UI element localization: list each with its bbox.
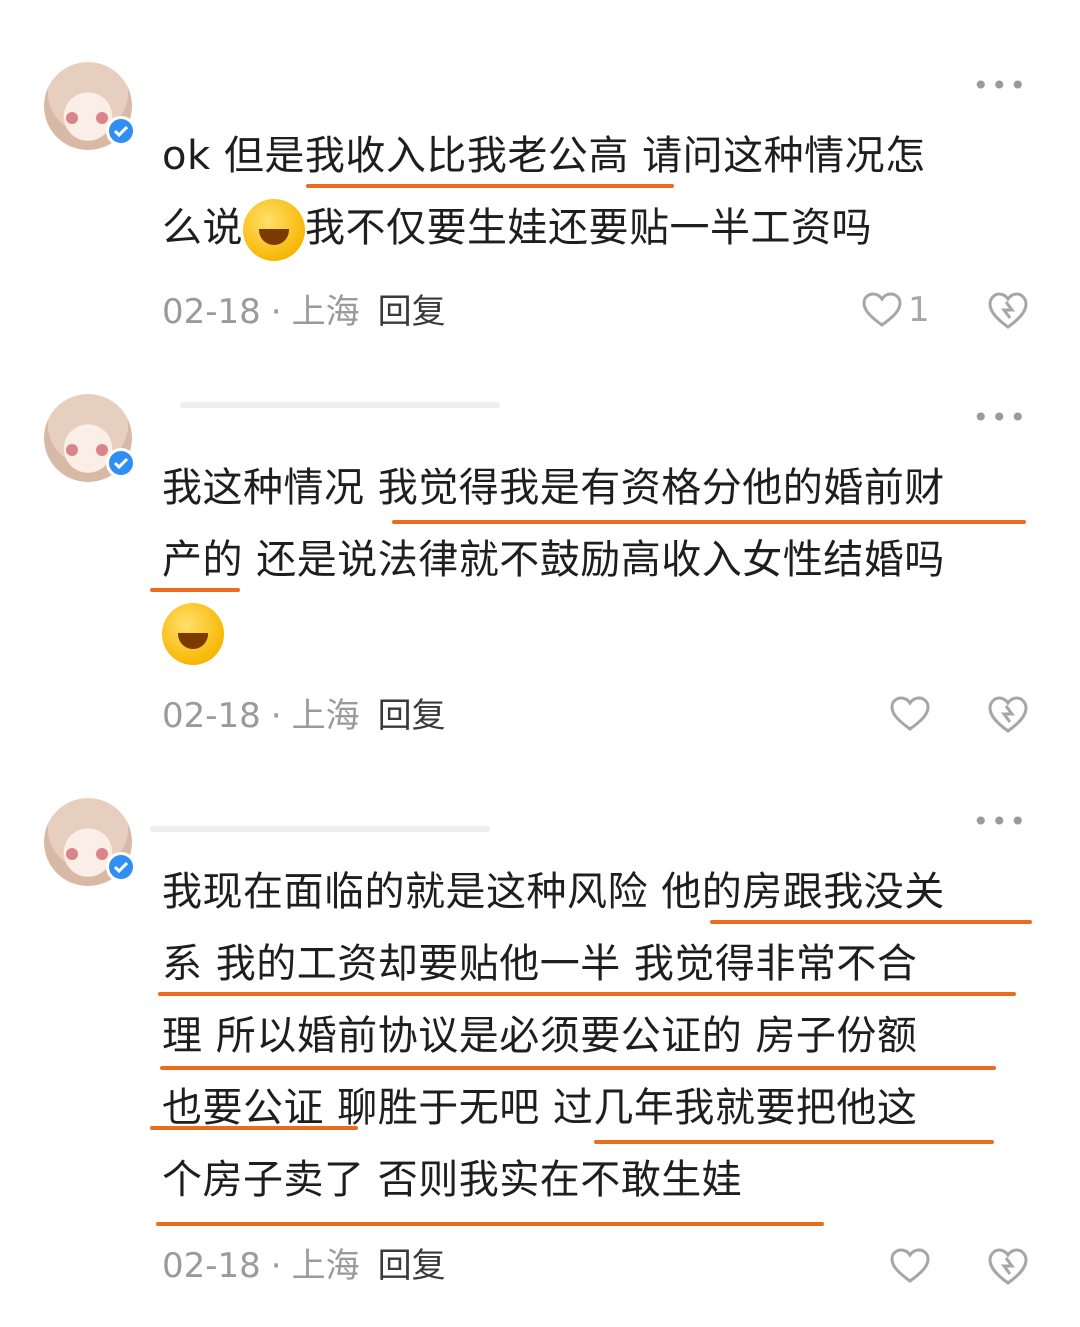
comment-line — [162, 596, 1042, 668]
comment-location: 上海 — [291, 696, 360, 736]
verified-badge-icon — [106, 448, 136, 478]
like-button[interactable] — [890, 696, 936, 732]
highlight-underline — [392, 520, 1026, 524]
avatar[interactable] — [44, 798, 136, 886]
share-heart-icon[interactable] — [988, 1248, 1028, 1290]
comment-meta: 02-18 · 上海 回复 — [162, 696, 446, 736]
facepalm-laugh-emoji-icon — [162, 603, 224, 665]
more-options-icon[interactable]: ••• — [972, 72, 1028, 100]
like-button[interactable] — [890, 1248, 936, 1284]
comment-line: 个房子卖了 否则我实在不敢生娃 — [162, 1157, 743, 1203]
highlight-underline — [156, 1222, 824, 1226]
highlight-underline — [150, 588, 240, 592]
meta-separator: · — [270, 696, 282, 736]
comment-location: 上海 — [291, 292, 360, 332]
comment-text: 我现在面临的就是这种风险 他的房跟我没关 系 我的工资却要贴他一半 我觉得非常不… — [162, 856, 1042, 1216]
highlight-underline — [150, 1126, 358, 1130]
username-redacted — [180, 402, 500, 408]
highlight-underline — [710, 920, 1032, 924]
avatar-eye — [96, 112, 108, 124]
avatar-eye — [96, 444, 108, 456]
avatar-eye — [66, 848, 78, 860]
highlight-underline — [158, 992, 1016, 996]
comment-date: 02-18 — [162, 1246, 261, 1286]
reply-button[interactable]: 回复 — [378, 696, 446, 736]
like-count: 1 — [908, 290, 930, 330]
more-options-icon[interactable]: ••• — [972, 808, 1028, 836]
comment-line-part: 么说 — [162, 205, 243, 251]
reply-button[interactable]: 回复 — [378, 292, 446, 332]
avatar-eye — [66, 444, 78, 456]
reply-button[interactable]: 回复 — [378, 1246, 446, 1286]
avatar-eye — [96, 848, 108, 860]
heart-outline-icon — [862, 292, 902, 327]
comment-line: 么说 我不仅要生娃还要贴一半工资吗 — [162, 192, 1042, 264]
comment-line: 我这种情况 我觉得我是有资格分他的婚前财 — [162, 465, 945, 511]
comment-meta: 02-18 · 上海 回复 — [162, 292, 446, 332]
heart-outline-icon — [890, 1248, 930, 1283]
meta-separator: · — [270, 292, 282, 332]
more-options-icon[interactable]: ••• — [972, 404, 1028, 432]
username-redacted — [150, 826, 490, 832]
highlight-underline — [594, 1140, 994, 1144]
comment-meta: 02-18 · 上海 回复 — [162, 1246, 446, 1286]
avatar[interactable] — [44, 394, 136, 482]
facepalm-laugh-emoji-icon — [243, 199, 305, 261]
comment-line-part: 我不仅要生娃还要贴一半工资吗 — [305, 205, 872, 251]
heart-outline-icon — [890, 696, 930, 731]
avatar-eye — [66, 112, 78, 124]
comment-line: 也要公证 聊胜于无吧 过几年我就要把他这 — [162, 1085, 918, 1131]
verified-badge-icon — [106, 116, 136, 146]
highlight-underline — [160, 1066, 996, 1070]
comment-text: 我这种情况 我觉得我是有资格分他的婚前财 产的 还是说法律就不鼓励高收入女性结婚… — [162, 452, 1042, 668]
verified-badge-icon — [106, 852, 136, 882]
comment-line: 系 我的工资却要贴他一半 我觉得非常不合 — [162, 941, 918, 987]
comment-line: ok 但是我收入比我老公高 请问这种情况怎 — [162, 133, 926, 179]
meta-separator: · — [270, 1246, 282, 1286]
avatar[interactable] — [44, 62, 136, 150]
share-heart-icon[interactable] — [988, 292, 1028, 334]
comment-location: 上海 — [291, 1246, 360, 1286]
comment-line: 理 所以婚前协议是必须要公证的 房子份额 — [162, 1013, 918, 1059]
share-heart-icon[interactable] — [988, 696, 1028, 738]
comment-line: 我现在面临的就是这种风险 他的房跟我没关 — [162, 869, 945, 915]
comment-date: 02-18 — [162, 292, 261, 332]
comment-text: ok 但是我收入比我老公高 请问这种情况怎 么说 我不仅要生娃还要贴一半工资吗 — [162, 120, 1042, 264]
like-button[interactable]: 1 — [862, 290, 930, 330]
highlight-underline — [306, 184, 674, 188]
comment-line: 产的 还是说法律就不鼓励高收入女性结婚吗 — [162, 537, 945, 583]
comment-date: 02-18 — [162, 696, 261, 736]
